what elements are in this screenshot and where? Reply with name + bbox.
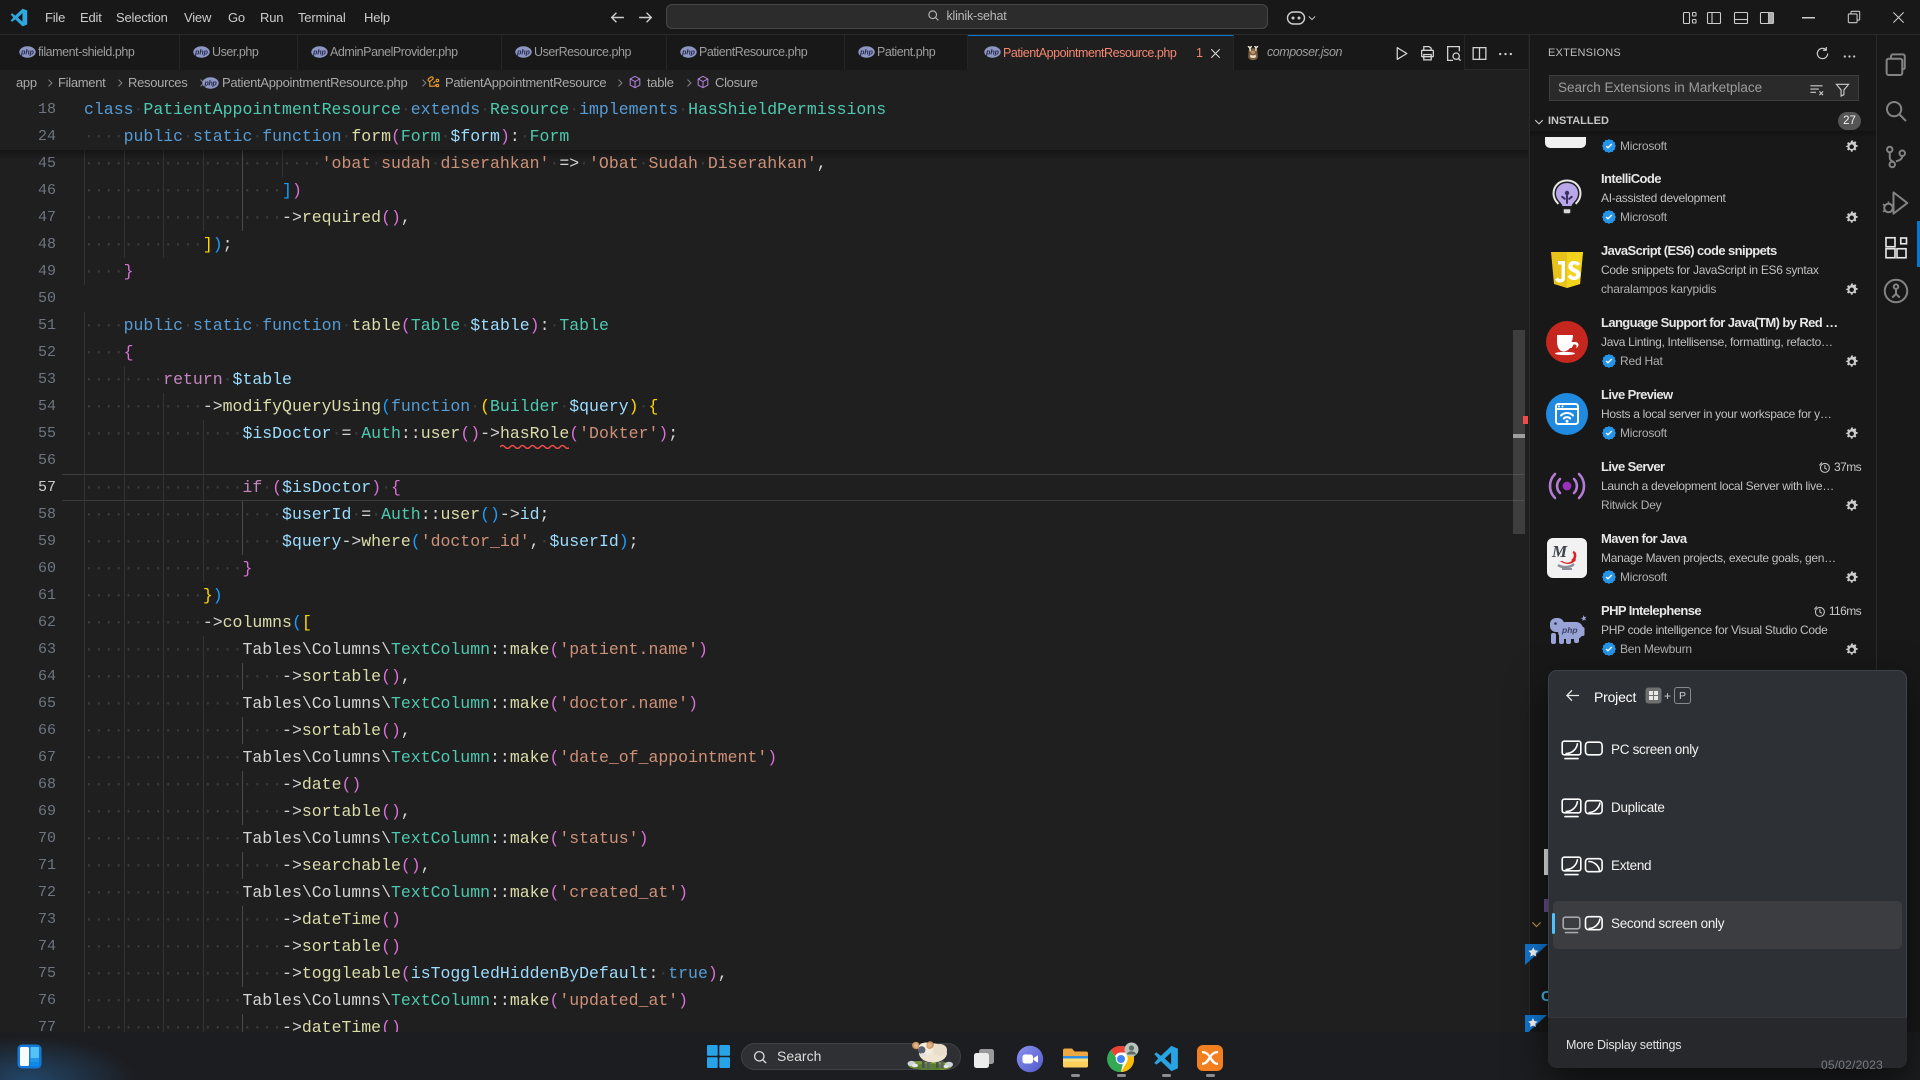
- svg-text:php: php: [20, 50, 35, 57]
- svg-text:php: php: [1561, 625, 1578, 635]
- svg-text:M: M: [1551, 542, 1568, 561]
- svg-text:php: php: [204, 81, 218, 88]
- svg-text:php: php: [516, 50, 531, 57]
- svg-text:php: php: [985, 50, 1000, 57]
- svg-text:php: php: [681, 50, 696, 57]
- svg-text:php: php: [194, 50, 209, 57]
- svg-text:php: php: [312, 50, 327, 57]
- svg-text:php: php: [859, 50, 874, 57]
